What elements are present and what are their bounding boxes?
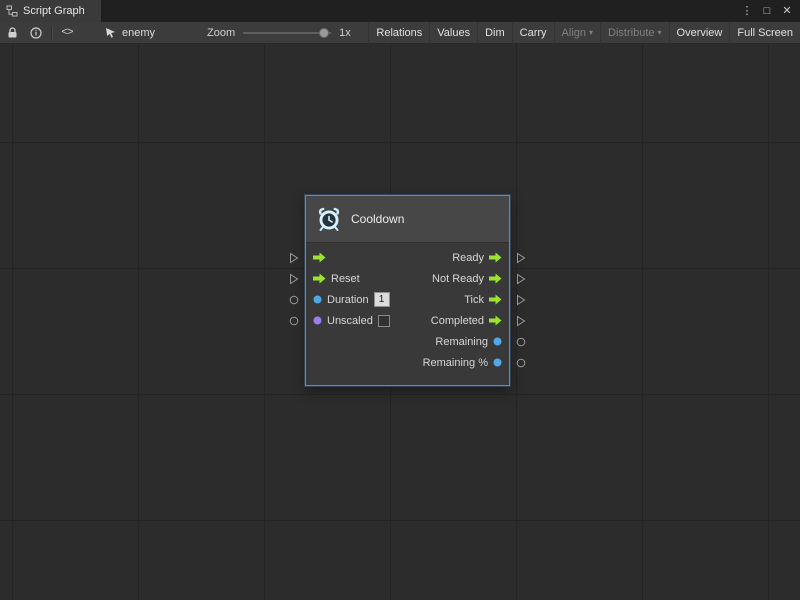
close-icon[interactable]: ✕ (779, 3, 795, 19)
zoom-value: 1x (339, 27, 351, 39)
flow-arrow-icon (489, 252, 502, 263)
code-view-icon[interactable]: <> (55, 22, 79, 44)
zoom-slider-handle[interactable] (319, 28, 329, 38)
zoom-slider[interactable] (243, 28, 331, 38)
flow-output-marker[interactable] (516, 315, 526, 327)
graph-context-breadcrumb[interactable]: enemy (105, 27, 155, 39)
chevron-down-icon: ▾ (589, 29, 593, 37)
window-controls: ⋮ □ ✕ (739, 3, 800, 19)
value-input-port-duration[interactable]: Duration (313, 292, 390, 307)
flow-input-marker[interactable] (289, 252, 299, 264)
duration-input[interactable] (374, 292, 390, 307)
lock-icon[interactable] (0, 22, 24, 44)
distribute-dropdown[interactable]: Distribute ▾ (600, 22, 668, 44)
value-output-port-remaining-percent[interactable]: Remaining % (423, 357, 502, 369)
tab-script-graph[interactable]: Script Graph (0, 0, 101, 22)
flow-output-marker[interactable] (516, 252, 526, 264)
node-body: Ready Reset Not Ready (306, 243, 509, 385)
window-titlebar: Script Graph ⋮ □ ✕ (0, 0, 800, 22)
values-button[interactable]: Values (429, 22, 477, 44)
align-dropdown[interactable]: Align ▾ (554, 22, 600, 44)
overview-button[interactable]: Overview (669, 22, 730, 44)
port-row: Unscaled Completed (306, 310, 509, 331)
info-icon[interactable] (24, 22, 48, 44)
graph-canvas[interactable]: Cooldown Ready (0, 44, 800, 600)
value-input-marker[interactable] (289, 295, 299, 305)
zoom-label: Zoom (207, 27, 235, 39)
script-graph-icon (6, 5, 18, 17)
chevron-down-icon: ▾ (658, 29, 662, 37)
value-dot-icon (493, 337, 502, 346)
flow-output-port-ready[interactable]: Ready (452, 252, 502, 264)
flow-output-port-not-ready[interactable]: Not Ready (432, 273, 502, 285)
node-header[interactable]: Cooldown (306, 196, 509, 243)
flow-arrow-icon (489, 294, 502, 305)
port-row: Reset Not Ready (306, 268, 509, 289)
value-output-marker[interactable] (516, 337, 526, 347)
zoom-slider-track[interactable] (243, 32, 331, 34)
cooldown-node[interactable]: Cooldown Ready (305, 195, 510, 386)
tab-label: Script Graph (23, 5, 85, 17)
flow-arrow-icon (489, 315, 502, 326)
port-row: Remaining % (306, 352, 509, 373)
value-dot-icon (313, 295, 322, 304)
toolbar-buttons: Relations Values Dim Carry Align ▾ Distr… (368, 22, 800, 44)
flow-arrow-icon (313, 252, 326, 263)
value-dot-icon (493, 358, 502, 367)
unscaled-checkbox[interactable] (378, 315, 390, 327)
menu-kebab-icon[interactable]: ⋮ (739, 3, 755, 19)
graph-toolbar: <> enemy Zoom 1x Relations Values Dim Ca… (0, 22, 800, 44)
toolbar-divider (51, 26, 52, 40)
alarm-clock-icon (316, 206, 342, 232)
flow-output-marker[interactable] (516, 294, 526, 306)
full-screen-button[interactable]: Full Screen (729, 22, 800, 44)
flow-input-marker[interactable] (289, 273, 299, 285)
flow-output-port-tick[interactable]: Tick (464, 294, 502, 306)
flow-input-port-enter[interactable] (313, 252, 331, 263)
zoom-control: Zoom 1x (207, 27, 351, 39)
value-output-port-remaining[interactable]: Remaining (435, 336, 502, 348)
carry-button[interactable]: Carry (512, 22, 554, 44)
port-row: Ready (306, 247, 509, 268)
port-row: Duration Tick (306, 289, 509, 310)
maximize-icon[interactable]: □ (759, 3, 775, 19)
graph-pointer-icon (105, 27, 117, 38)
value-input-marker[interactable] (289, 316, 299, 326)
flow-input-port-reset[interactable]: Reset (313, 273, 360, 285)
value-dot-icon (313, 316, 322, 325)
flow-output-port-completed[interactable]: Completed (431, 315, 502, 327)
value-input-port-unscaled[interactable]: Unscaled (313, 315, 390, 327)
dim-button[interactable]: Dim (477, 22, 512, 44)
flow-arrow-icon (489, 273, 502, 284)
flow-output-marker[interactable] (516, 273, 526, 285)
graph-name-label: enemy (122, 27, 155, 39)
value-output-marker[interactable] (516, 358, 526, 368)
flow-arrow-icon (313, 273, 326, 284)
port-row: Remaining (306, 331, 509, 352)
relations-button[interactable]: Relations (368, 22, 429, 44)
node-title: Cooldown (351, 212, 404, 226)
